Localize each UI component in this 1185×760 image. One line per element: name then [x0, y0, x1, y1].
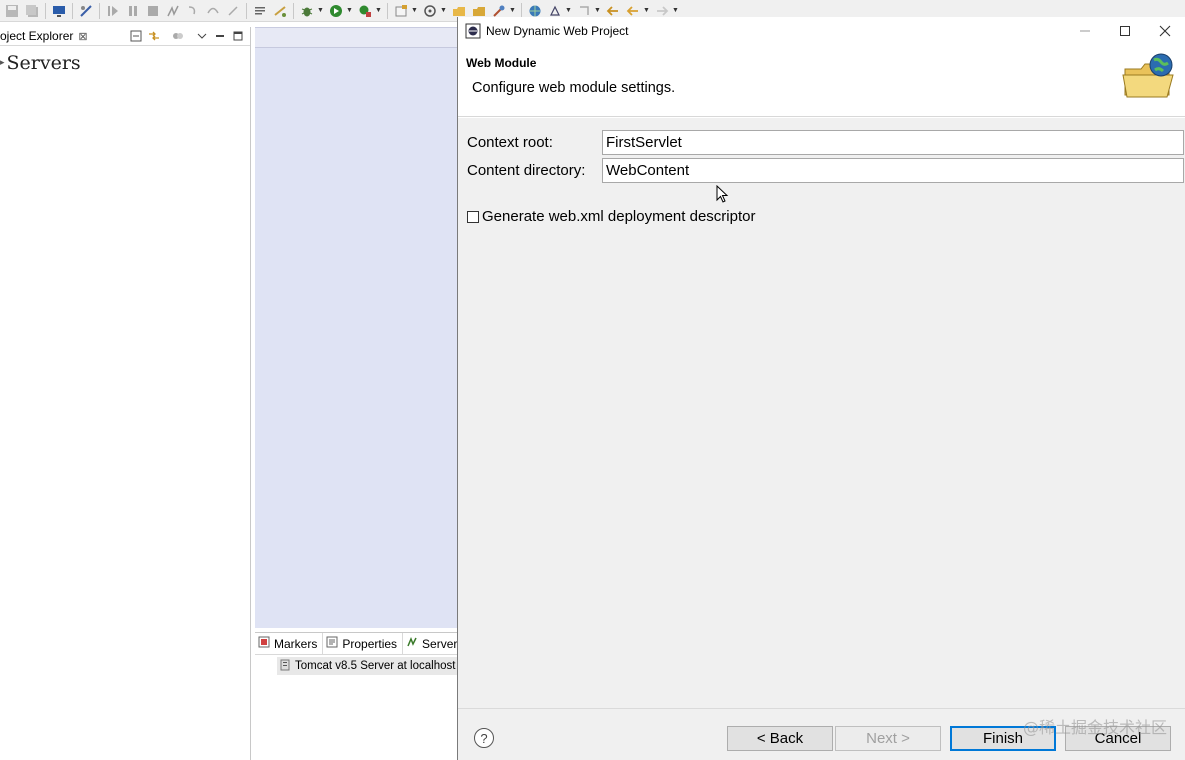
- server-entry-label: Tomcat v8.5 Server at localhost: [295, 660, 456, 672]
- tab-project-explorer[interactable]: oject Explorer ⊠: [0, 27, 88, 46]
- wizard-button-bar: ? < Back Next > Finish Cancel: [458, 708, 1185, 760]
- debug-icon[interactable]: [298, 2, 316, 20]
- context-root-input[interactable]: [602, 130, 1184, 155]
- project-explorer-view: oject Explorer ⊠ ▸ Servers: [0, 27, 251, 760]
- new-icon[interactable]: [392, 2, 410, 20]
- collapse-all-icon[interactable]: [130, 30, 142, 42]
- tab-markers[interactable]: Markers: [255, 633, 324, 654]
- monitor-icon[interactable]: [50, 2, 68, 20]
- run-dropdown-icon[interactable]: ▼: [346, 2, 353, 20]
- content-directory-row: Content directory:: [467, 158, 1184, 183]
- server-list-item[interactable]: Tomcat v8.5 Server at localhost: [277, 657, 458, 675]
- save-icon[interactable]: [3, 2, 21, 20]
- tab-properties[interactable]: Properties: [323, 633, 404, 654]
- editor-tabbar: [255, 28, 458, 48]
- back-button[interactable]: < Back: [727, 726, 833, 751]
- run-icon[interactable]: [327, 2, 345, 20]
- expand-arrow-icon[interactable]: ▸: [0, 58, 5, 68]
- task-icon[interactable]: [251, 2, 269, 20]
- toolbar-separator: [246, 2, 247, 19]
- skip-icon[interactable]: [77, 2, 95, 20]
- generate-web-xml-option[interactable]: Generate web.xml deployment descriptor: [467, 208, 755, 225]
- editor-area: [255, 27, 458, 628]
- new-server-dropdown-icon[interactable]: ▼: [440, 2, 447, 20]
- properties-icon: [326, 636, 338, 651]
- mouse-cursor-icon: [716, 184, 730, 205]
- wizard-page-title: Web Module: [466, 56, 537, 70]
- resume-icon[interactable]: [104, 2, 122, 20]
- close-button[interactable]: [1145, 17, 1185, 45]
- help-button[interactable]: ?: [474, 728, 494, 748]
- suspend-icon[interactable]: [124, 2, 142, 20]
- generate-web-xml-checkbox[interactable]: [467, 210, 479, 223]
- wizard-content: Context root: Content directory: Generat…: [458, 118, 1185, 708]
- wizard-header: Web Module Configure web module settings…: [458, 45, 1185, 117]
- disconnect-icon[interactable]: [164, 2, 182, 20]
- toolbar-separator: [72, 2, 73, 19]
- tree-item-servers[interactable]: ▸ Servers: [0, 52, 81, 74]
- cancel-button[interactable]: Cancel: [1065, 726, 1171, 751]
- external-tools-dropdown-icon[interactable]: ▼: [375, 2, 382, 20]
- new-server-icon[interactable]: [421, 2, 439, 20]
- save-all-icon[interactable]: [23, 2, 41, 20]
- content-directory-input[interactable]: [602, 158, 1184, 183]
- minimize-button[interactable]: [1065, 17, 1105, 45]
- debug-dropdown-icon[interactable]: ▼: [317, 2, 324, 20]
- external-tools-icon[interactable]: [356, 2, 374, 20]
- tree-item-label: Servers: [6, 52, 81, 74]
- generate-web-xml-label: Generate web.xml deployment descriptor: [482, 208, 756, 225]
- markers-icon: [258, 636, 270, 651]
- servers-icon: [406, 636, 418, 651]
- step-into-icon[interactable]: [184, 2, 202, 20]
- new-dropdown-icon[interactable]: ▼: [411, 2, 418, 20]
- project-explorer-tab-label: oject Explorer: [0, 29, 74, 43]
- wizard-page-description: Configure web module settings.: [472, 80, 676, 96]
- project-explorer-tabbar: oject Explorer ⊠: [0, 27, 250, 46]
- context-root-row: Context root:: [467, 130, 1184, 155]
- minimize-icon[interactable]: [214, 30, 226, 42]
- finish-button[interactable]: Finish: [950, 726, 1056, 751]
- bottom-panel-tabbar: Markers Properties Servers: [255, 633, 470, 655]
- tomcat-server-icon: [279, 659, 291, 674]
- toolbar-separator: [387, 2, 388, 19]
- tab-label: Markers: [274, 636, 318, 651]
- link-with-editor-icon[interactable]: [148, 30, 160, 42]
- chevron-down-icon[interactable]: [196, 30, 208, 42]
- terminate-icon[interactable]: [144, 2, 162, 20]
- servers-panel: Markers Properties Servers Tomcat v8.5 S…: [255, 632, 470, 760]
- maximize-icon[interactable]: [232, 30, 244, 42]
- project-explorer-toolbar: [130, 30, 250, 42]
- view-menu-icon[interactable]: [172, 30, 184, 42]
- dialog-title: New Dynamic Web Project: [486, 24, 629, 38]
- eclipse-icon: [465, 23, 481, 39]
- link-icon[interactable]: [271, 2, 289, 20]
- new-dynamic-web-project-dialog: New Dynamic Web Project Web Module Confi…: [457, 17, 1185, 760]
- tab-label: Properties: [342, 636, 398, 651]
- context-root-label: Context root:: [467, 134, 553, 151]
- toolbar-separator: [293, 2, 294, 19]
- content-directory-label: Content directory:: [467, 162, 586, 179]
- dialog-titlebar[interactable]: New Dynamic Web Project: [458, 17, 1185, 45]
- step-over-icon[interactable]: [204, 2, 222, 20]
- toolbar-separator: [99, 2, 100, 19]
- web-folder-globe-icon: [1121, 51, 1177, 101]
- toolbar-separator: [45, 2, 46, 19]
- maximize-button[interactable]: [1105, 17, 1145, 45]
- window-controls: [1065, 17, 1185, 45]
- close-icon[interactable]: ⊠: [78, 30, 87, 43]
- step-return-icon[interactable]: [224, 2, 242, 20]
- next-button[interactable]: Next >: [835, 726, 941, 751]
